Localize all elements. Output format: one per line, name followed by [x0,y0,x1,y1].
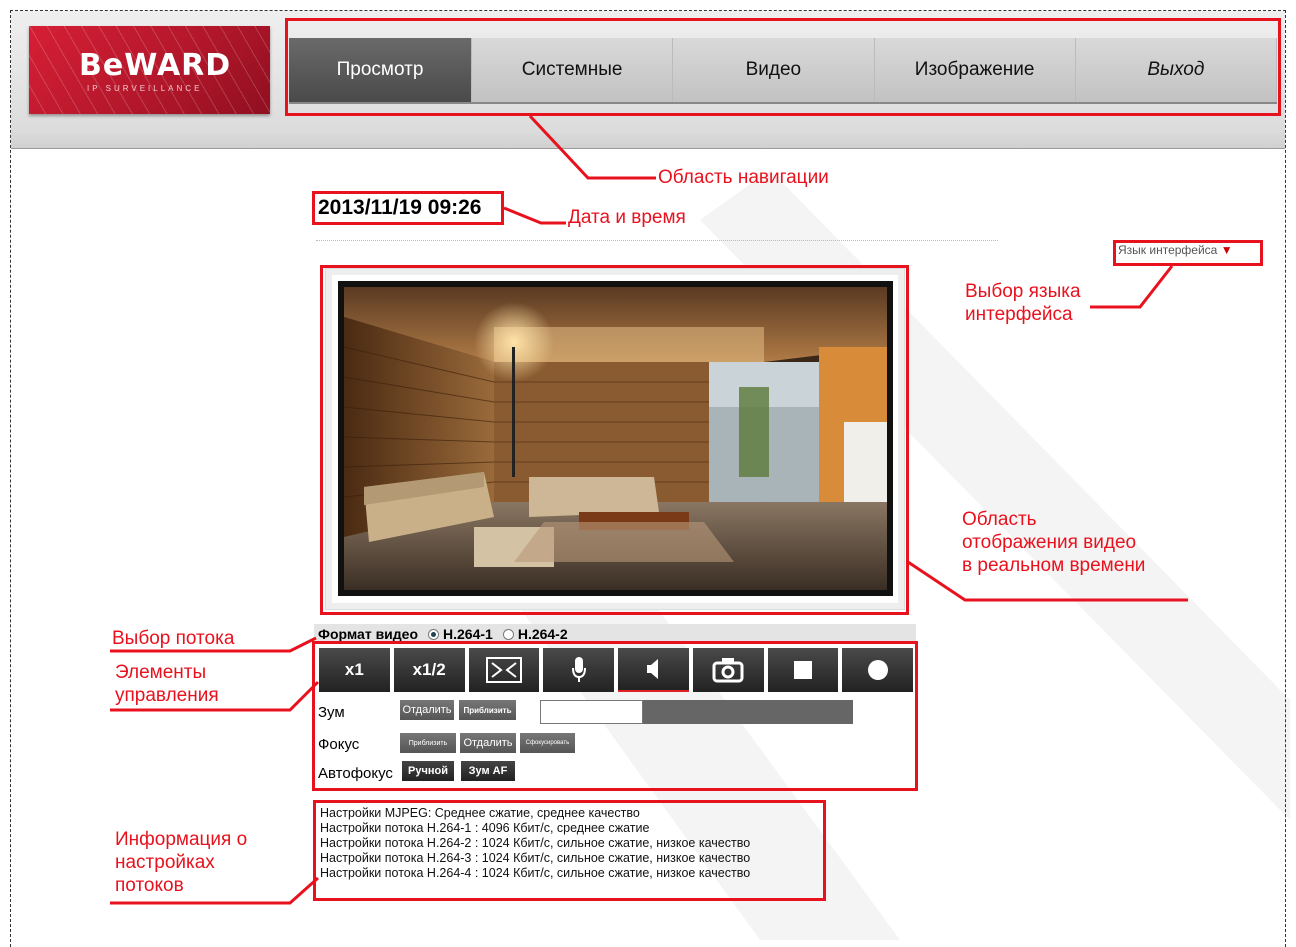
annotation-video: Область отображения видео в реальном вре… [962,508,1145,577]
annotation-info-line1: Информация о [115,829,248,850]
annotation-leader-lines [110,114,1188,905]
annotation-language-line1: Выбор языка [965,281,1081,302]
annotation-stream-select: Выбор потока [112,628,235,649]
annotation-controls-line1: Элементы [115,662,207,683]
annotation-controls: Элементы управления [115,661,219,707]
annotation-info-line3: потоков [115,875,184,896]
annotation-video-line2: отображения видео [962,532,1137,553]
annotation-navigation: Область навигации [658,167,829,188]
annotation-language: Выбор языка интерфейса [965,280,1081,326]
annotation-video-line3: в реальном времени [962,555,1146,576]
annotation-datetime: Дата и время [568,207,686,228]
annotation-video-line1: Область [962,509,1037,530]
annotation-language-line2: интерфейса [965,304,1073,325]
annotation-controls-line2: управления [115,685,219,706]
annotation-info: Информация о настройках потоков [115,828,247,897]
annotation-info-line2: настройках [115,852,215,873]
